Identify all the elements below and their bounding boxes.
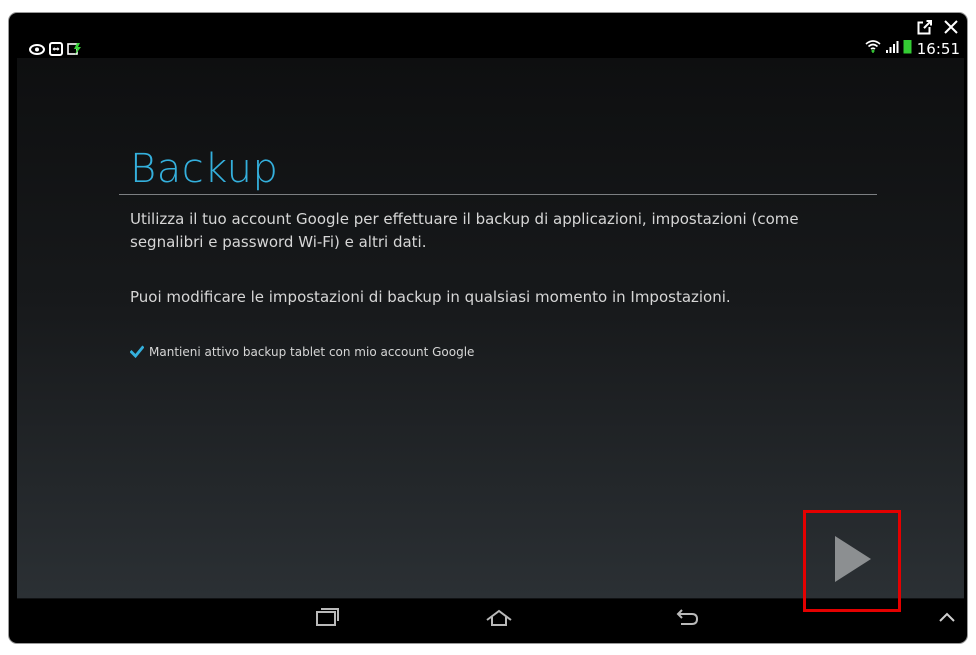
signal-icon: [885, 40, 899, 58]
status-right-icons: 16:51: [865, 39, 960, 58]
recent-apps-icon[interactable]: [315, 607, 341, 627]
backup-settings-note: Puoi modificare le impostazioni di backu…: [130, 288, 731, 306]
close-icon[interactable]: [943, 19, 959, 35]
next-button[interactable]: [803, 510, 901, 612]
device-frame: 16:51 Backup Utilizza il tuo account Goo…: [8, 12, 968, 644]
title-divider: [119, 194, 877, 195]
status-bar: 16:51: [17, 38, 964, 58]
page-title: Backup: [130, 146, 279, 192]
play-arrow-icon: [830, 533, 874, 589]
wifi-icon: [865, 39, 881, 58]
backup-checkbox-label: Mantieni attivo backup tablet con mio ac…: [149, 345, 475, 359]
popout-icon[interactable]: [917, 19, 933, 35]
window-controls: [917, 19, 959, 35]
home-icon[interactable]: [484, 609, 514, 627]
status-clock: 16:51: [916, 39, 960, 58]
setup-content: Backup Utilizza il tuo account Google pe…: [17, 58, 964, 612]
backup-description: Utilizza il tuo account Google per effet…: [130, 210, 799, 251]
backup-checkbox[interactable]: [130, 345, 144, 359]
backup-checkbox-row[interactable]: Mantieni attivo backup tablet con mio ac…: [130, 345, 474, 359]
battery-icon: [903, 39, 913, 58]
back-icon[interactable]: [674, 607, 700, 627]
chevron-up-icon[interactable]: [938, 611, 956, 623]
tablet-screen: 16:51 Backup Utilizza il tuo account Goo…: [17, 38, 964, 636]
